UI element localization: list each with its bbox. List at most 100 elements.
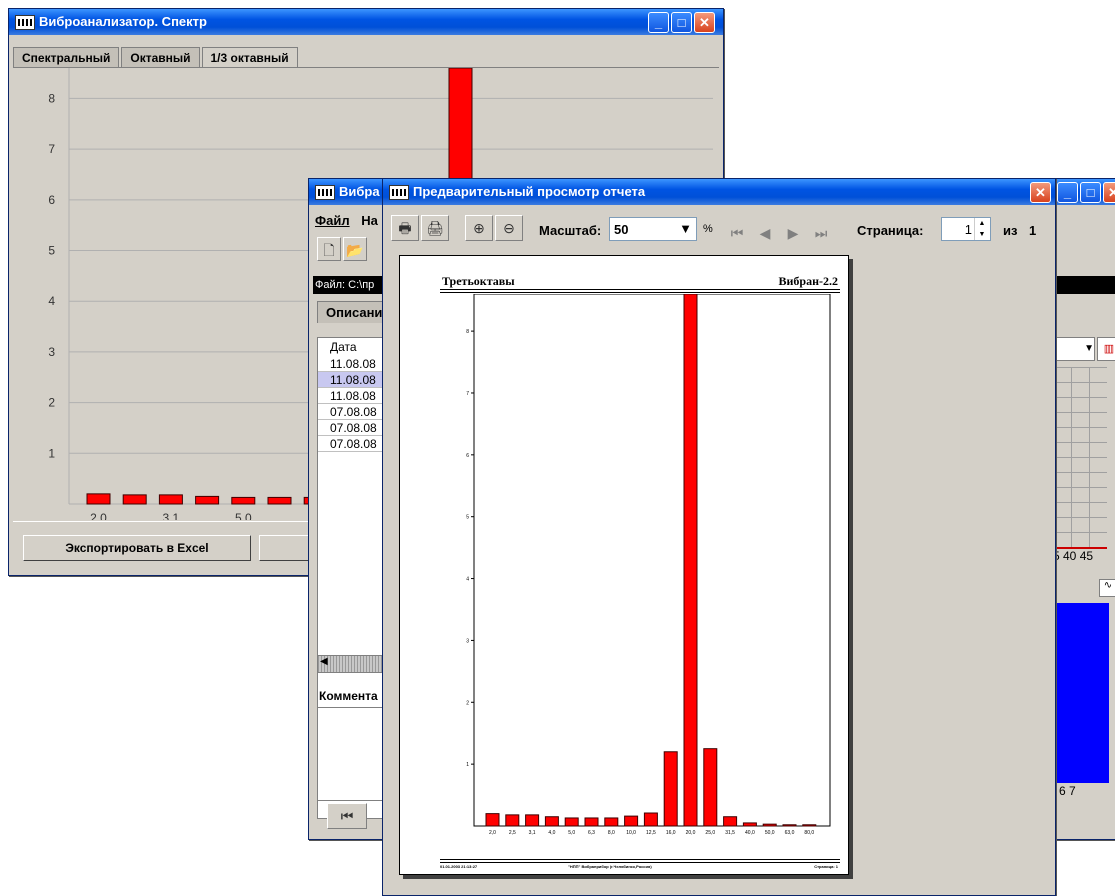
x-tick-label: 20,0 — [686, 830, 696, 836]
bar — [802, 824, 817, 827]
y-tick-label: 6 — [48, 193, 55, 207]
export-excel-button[interactable]: Экспортировать в Excel — [23, 535, 251, 561]
x-tick-label: 6,3 — [588, 830, 595, 836]
close-button[interactable]: ✕ — [694, 12, 715, 33]
new-file-icon[interactable]: 🗋 — [317, 237, 341, 261]
app-icon — [15, 15, 35, 30]
y-tick-label: 6 — [466, 453, 469, 459]
report-preview-title: Предварительный просмотр отчета — [413, 184, 646, 199]
table-row[interactable]: 07.08.08 — [318, 420, 388, 436]
blue-signal-plot — [1057, 603, 1109, 783]
page-spinner[interactable]: 1 ▲ ▼ — [941, 217, 991, 241]
x-tick-label: 2,0 — [489, 830, 496, 836]
report-footer-left: 01.01.2003 21:13:27 — [440, 864, 478, 869]
minimize-button[interactable]: _ — [648, 12, 669, 33]
bar — [762, 823, 777, 827]
x-tick-label: 12,5 — [646, 830, 656, 836]
y-tick-label: 4 — [466, 577, 469, 583]
bar — [643, 812, 658, 827]
x-tick-label: 3,1 — [529, 830, 536, 836]
file-path-bar-right — [1053, 276, 1115, 294]
x-tick-label: 10,0 — [626, 830, 636, 836]
app-icon — [389, 185, 409, 200]
x-tick-label: 8,0 — [608, 830, 615, 836]
bar — [86, 493, 111, 505]
bar — [723, 816, 738, 827]
zoom-label: Масштаб: — [539, 223, 602, 238]
bar-chart-icon[interactable]: ▥ — [1097, 337, 1115, 361]
report-page: Третьоктавы Вибран-2.2 1 2 3 4 5 6 7 8 2,0 2,5 3,1… — [399, 255, 849, 875]
last-page-icon[interactable]: ⏭ — [811, 221, 831, 245]
spectrum-window-titlebar[interactable]: Виброанализатор. Спектр _ □ ✕ — [9, 9, 723, 35]
x-tick-label: 40,0 — [745, 830, 755, 836]
zoom-dropdown-icon[interactable]: ▼ — [679, 221, 692, 236]
x-tick-label: 31,5 — [725, 830, 735, 836]
report-preview-titlebar[interactable]: Предварительный просмотр отчета ✕ — [383, 179, 1055, 205]
x-tick-label: 16,0 — [666, 830, 676, 836]
report-footer-center: "НПП" Вибраприбор (г.Челябинск,Россия) — [568, 864, 652, 869]
open-folder-icon[interactable]: 📂 — [343, 237, 367, 261]
bar — [564, 817, 579, 827]
y-tick-label: 3 — [466, 638, 469, 644]
tab-octave[interactable]: Октавный — [121, 47, 200, 68]
y-tick-label: 8 — [48, 91, 55, 105]
bar — [231, 496, 256, 505]
table-row[interactable]: 11.08.08 — [318, 356, 388, 372]
report-footer-right: Страница: 1 — [814, 864, 838, 869]
tab-spectral[interactable]: Спектральный — [13, 47, 120, 68]
y-tick-label: 3 — [48, 345, 55, 359]
maximize-button[interactable]: □ — [1080, 182, 1101, 203]
table-row[interactable]: 11.08.08 — [318, 388, 388, 404]
bar — [485, 813, 500, 827]
tab-third-octave[interactable]: 1/3 октавный — [201, 47, 298, 68]
bar — [267, 496, 292, 505]
bar — [663, 751, 678, 827]
bar — [525, 814, 540, 827]
report-brand: Вибран-2.2 — [778, 274, 838, 288]
waveform-icon[interactable]: ∿ — [1099, 579, 1115, 597]
bar — [544, 816, 559, 827]
y-tick-label: 2 — [466, 700, 469, 706]
y-tick-label: 8 — [466, 329, 469, 335]
menu-file[interactable]: Файл — [315, 213, 350, 228]
comment-label: Коммента — [319, 689, 378, 703]
report-chart: 1 2 3 4 5 6 7 8 2,0 2,5 3,1 4,0 5,0 6,3 8,0 10,0 12,5 16,… — [466, 294, 831, 836]
spectrum-tabs: Спектральный Октавный 1/3 октавный — [13, 47, 300, 68]
table-row[interactable]: 11.08.08 — [318, 372, 388, 388]
first-record-icon[interactable]: ⏮ — [327, 803, 367, 829]
y-tick-label: 7 — [48, 142, 55, 156]
close-button[interactable]: ✕ — [1030, 182, 1051, 203]
chart-type-select[interactable]: ▼ — [1053, 337, 1095, 361]
horizontal-scrollbar[interactable]: ◀ — [317, 655, 389, 673]
bar — [195, 495, 220, 505]
table-row[interactable]: 07.08.08 — [318, 436, 388, 452]
comment-box[interactable] — [317, 707, 389, 801]
tab-description[interactable]: Описани — [317, 301, 392, 323]
zoom-input[interactable]: 50 ▼ — [609, 217, 697, 241]
page-value: 1 — [964, 222, 972, 237]
first-page-icon[interactable]: ⏮ — [727, 221, 747, 245]
maximize-button[interactable]: □ — [671, 12, 692, 33]
zoom-out-icon[interactable]: ⊖ — [495, 215, 523, 241]
prev-page-icon[interactable]: ◀ — [755, 221, 775, 245]
menu-settings[interactable]: На — [361, 213, 378, 228]
next-page-icon[interactable]: ▶ — [783, 221, 803, 245]
scroll-left-icon[interactable]: ◀ — [320, 656, 328, 667]
print-setup-icon[interactable]: 🖶 — [391, 215, 419, 241]
zoom-in-icon[interactable]: ⊕ — [465, 215, 493, 241]
minimize-button[interactable]: _ — [1057, 182, 1078, 203]
table-row[interactable]: 07.08.08 — [318, 404, 388, 420]
y-tick-label: 2 — [48, 396, 55, 410]
app-icon — [315, 185, 335, 200]
print-icon[interactable]: 🖨 — [421, 215, 449, 241]
y-tick-label: 1 — [466, 762, 469, 768]
spinner-arrows-icon[interactable]: ▲ ▼ — [974, 218, 989, 240]
x-tick-label: 50,0 — [765, 830, 775, 836]
bar — [742, 822, 757, 827]
plot-frame — [473, 294, 831, 827]
bar — [158, 494, 183, 505]
report-preview-window: Предварительный просмотр отчета ✕ 🖶 🖨 ⊕ … — [382, 178, 1056, 896]
report-title: Третьоктавы — [442, 274, 515, 288]
close-button[interactable]: ✕ — [1103, 182, 1115, 203]
right-bottom-labels: 6 7 — [1059, 784, 1076, 798]
